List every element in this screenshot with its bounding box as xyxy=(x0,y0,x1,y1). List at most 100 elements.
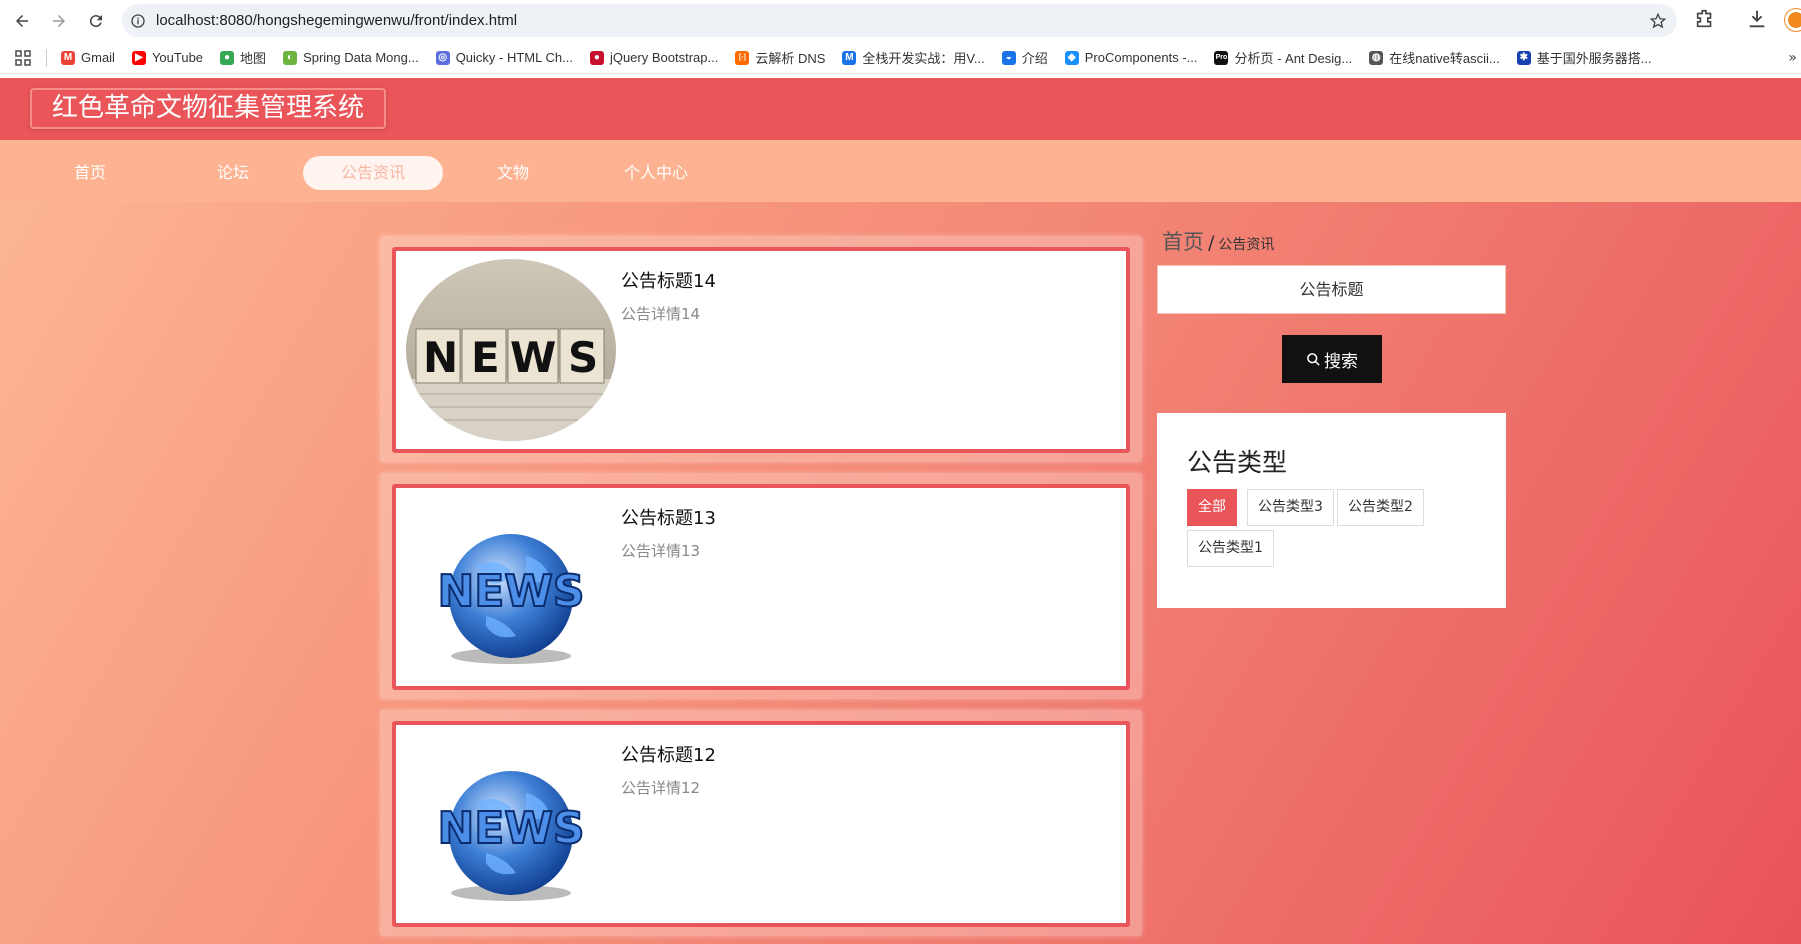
maps-icon: ● xyxy=(220,50,235,65)
globe-icon: ◒ xyxy=(1001,50,1016,65)
svg-text:N: N xyxy=(423,333,458,382)
svg-text:NEWS: NEWS xyxy=(437,566,584,617)
bookmark-item[interactable]: Pro 分析页 - Ant Desig... xyxy=(1214,48,1352,67)
pro-icon: Pro xyxy=(1214,50,1229,65)
bookmark-label: 地图 xyxy=(240,51,267,66)
announcement-type-panel: 公告类型 全部 公告类型3 公告类型2 公告类型1 xyxy=(1157,413,1506,608)
bookmark-label: Spring Data Mong... xyxy=(303,50,419,65)
news-desc: 公告详情12 xyxy=(621,779,701,797)
bookmark-label: Quicky - HTML Ch... xyxy=(455,50,573,65)
site-title: 红色革命文物征集管理系统 xyxy=(30,88,387,129)
youtube-icon: ▶ xyxy=(131,50,146,65)
news-card[interactable]: N E W S 公告标题14 公告详情14 xyxy=(392,247,1130,453)
extensions-icon[interactable] xyxy=(1694,8,1716,30)
news-cubes-image: N E W S xyxy=(406,259,616,441)
bookmark-label: ProComponents -... xyxy=(1084,50,1198,65)
bookmark-star-icon[interactable] xyxy=(1649,12,1667,30)
type-tag-all[interactable]: 全部 xyxy=(1187,489,1237,526)
bookmark-item[interactable]: ◐ Spring Data Mong... xyxy=(283,50,419,65)
bookmark-label: 全栈开发实战：用V... xyxy=(862,51,985,66)
bookmarks-divider xyxy=(46,48,47,67)
news-card-wrapper: N E W S 公告标题14 公告详情14 xyxy=(380,236,1142,462)
nav-item-profile[interactable]: 个人中心 xyxy=(586,156,726,190)
bookmark-label: Gmail xyxy=(81,50,115,65)
bookmark-item[interactable]: M Gmail xyxy=(61,50,115,65)
reload-icon xyxy=(89,15,102,28)
news-desc: 公告详情14 xyxy=(621,305,701,323)
bookmark-item[interactable]: ◍ 在线native转ascii... xyxy=(1369,48,1500,67)
bookmark-label: 在线native转ascii... xyxy=(1389,51,1500,66)
browser-toolbar: localhost:8080/hongshegemingwenwu/front/… xyxy=(0,0,1801,42)
svg-text:W: W xyxy=(510,333,556,382)
svg-text:E: E xyxy=(471,333,500,382)
search-button[interactable]: 搜索 xyxy=(1282,335,1382,383)
news-globe-image: NEWS xyxy=(436,771,586,901)
page-body: 红色革命文物征集管理系统 首页 论坛 公告资讯 文物 个人中心 N E W S … xyxy=(0,78,1801,944)
jquery-icon: ● xyxy=(589,50,604,65)
bookmark-item[interactable]: ✱ 基于国外服务器搭... xyxy=(1516,48,1652,67)
bookmark-item[interactable]: M 全栈开发实战：用V... xyxy=(842,48,985,67)
bookmark-label: 介绍 xyxy=(1021,51,1048,66)
news-desc: 公告详情13 xyxy=(621,542,701,560)
bookmark-label: jQuery Bootstrap... xyxy=(609,50,719,65)
bookmark-item[interactable]: ● jQuery Bootstrap... xyxy=(589,50,719,65)
reload-button[interactable] xyxy=(78,3,114,39)
svg-text:S: S xyxy=(568,333,598,382)
breadcrumb-separator: / xyxy=(1208,232,1215,254)
type-panel-title: 公告类型 xyxy=(1187,448,1288,477)
forward-button[interactable] xyxy=(41,3,77,39)
type-tag-3[interactable]: 公告类型3 xyxy=(1247,489,1334,526)
news-card[interactable]: NEWS 公告标题12 公告详情12 xyxy=(392,721,1130,927)
news-title[interactable]: 公告标题14 xyxy=(621,267,716,293)
type-tag-2[interactable]: 公告类型2 xyxy=(1337,489,1424,526)
nav-item-home[interactable]: 首页 xyxy=(20,156,160,190)
nav-item-announcements[interactable]: 公告资讯 xyxy=(303,156,443,190)
nav-item-relics[interactable]: 文物 xyxy=(443,156,583,190)
news-title[interactable]: 公告标题12 xyxy=(621,741,716,767)
profile-avatar[interactable] xyxy=(1785,9,1801,31)
arrow-left-icon xyxy=(16,15,28,27)
svg-text:NEWS: NEWS xyxy=(437,803,584,854)
bookmark-item[interactable]: ▶ YouTube xyxy=(131,50,204,65)
bookmarks-list: M Gmail ▶ YouTube ● 地图 ◐ Spring Data Mong... ◎ Qu… xyxy=(61,48,1669,67)
bookmark-item[interactable]: ◆ ProComponents -... xyxy=(1064,50,1198,65)
bookmark-item[interactable]: ◒ 介绍 xyxy=(1001,48,1048,67)
main-nav: 首页 论坛 公告资讯 文物 个人中心 xyxy=(0,140,1801,202)
bookmark-label: YouTube xyxy=(151,50,204,65)
bookmark-label: 基于国外服务器搭... xyxy=(1536,51,1652,66)
bookmark-item[interactable]: ● 地图 xyxy=(220,48,266,67)
news-card-wrapper: NEWS 公告标题12 公告详情12 xyxy=(380,710,1142,936)
bookmark-item[interactable]: [-] 云解析 DNS xyxy=(735,48,825,67)
procomponents-icon: ◆ xyxy=(1064,50,1079,65)
download-icon[interactable] xyxy=(1746,8,1768,30)
url-text[interactable]: localhost:8080/hongshegemingwenwu/front/… xyxy=(156,12,517,29)
bookmarks-bar: M Gmail ▶ YouTube ● 地图 ◐ Spring Data Mong... ◎ Qu… xyxy=(0,42,1801,74)
search-button-label: 搜索 xyxy=(1324,351,1358,371)
type-tag-1[interactable]: 公告类型1 xyxy=(1187,530,1274,567)
snowflake-icon: ✱ xyxy=(1516,50,1531,65)
more-bookmarks-icon[interactable]: » xyxy=(1788,50,1797,66)
bookmark-label: 分析页 - Ant Desig... xyxy=(1234,51,1353,66)
news-title[interactable]: 公告标题13 xyxy=(621,504,716,530)
aliyun-icon: [-] xyxy=(735,50,750,65)
gmail-icon: M xyxy=(61,50,75,65)
search-icon xyxy=(1307,352,1320,366)
nav-item-forum[interactable]: 论坛 xyxy=(163,156,303,190)
news-card-wrapper: NEWS 公告标题13 公告详情13 xyxy=(380,473,1142,699)
back-button[interactable] xyxy=(4,3,40,39)
quicky-icon: ◎ xyxy=(435,50,450,65)
bookmark-item[interactable]: ◎ Quicky - HTML Ch... xyxy=(435,50,573,65)
spring-icon: ◐ xyxy=(283,50,298,65)
address-bar[interactable]: localhost:8080/hongshegemingwenwu/front/… xyxy=(122,4,1677,37)
m-icon: M xyxy=(842,50,857,65)
search-input[interactable] xyxy=(1157,265,1506,314)
news-card[interactable]: NEWS 公告标题13 公告详情13 xyxy=(392,484,1130,690)
news-globe-image: NEWS xyxy=(436,534,586,664)
breadcrumb-home[interactable]: 首页 xyxy=(1162,230,1204,254)
arrow-right-icon xyxy=(53,15,65,27)
site-info-icon[interactable] xyxy=(130,13,146,29)
web-icon: ◍ xyxy=(1369,50,1384,65)
breadcrumb: 首页 / 公告资讯 xyxy=(1162,226,1274,256)
apps-grid-icon[interactable] xyxy=(14,49,32,67)
bookmark-label: 云解析 DNS xyxy=(755,51,826,66)
